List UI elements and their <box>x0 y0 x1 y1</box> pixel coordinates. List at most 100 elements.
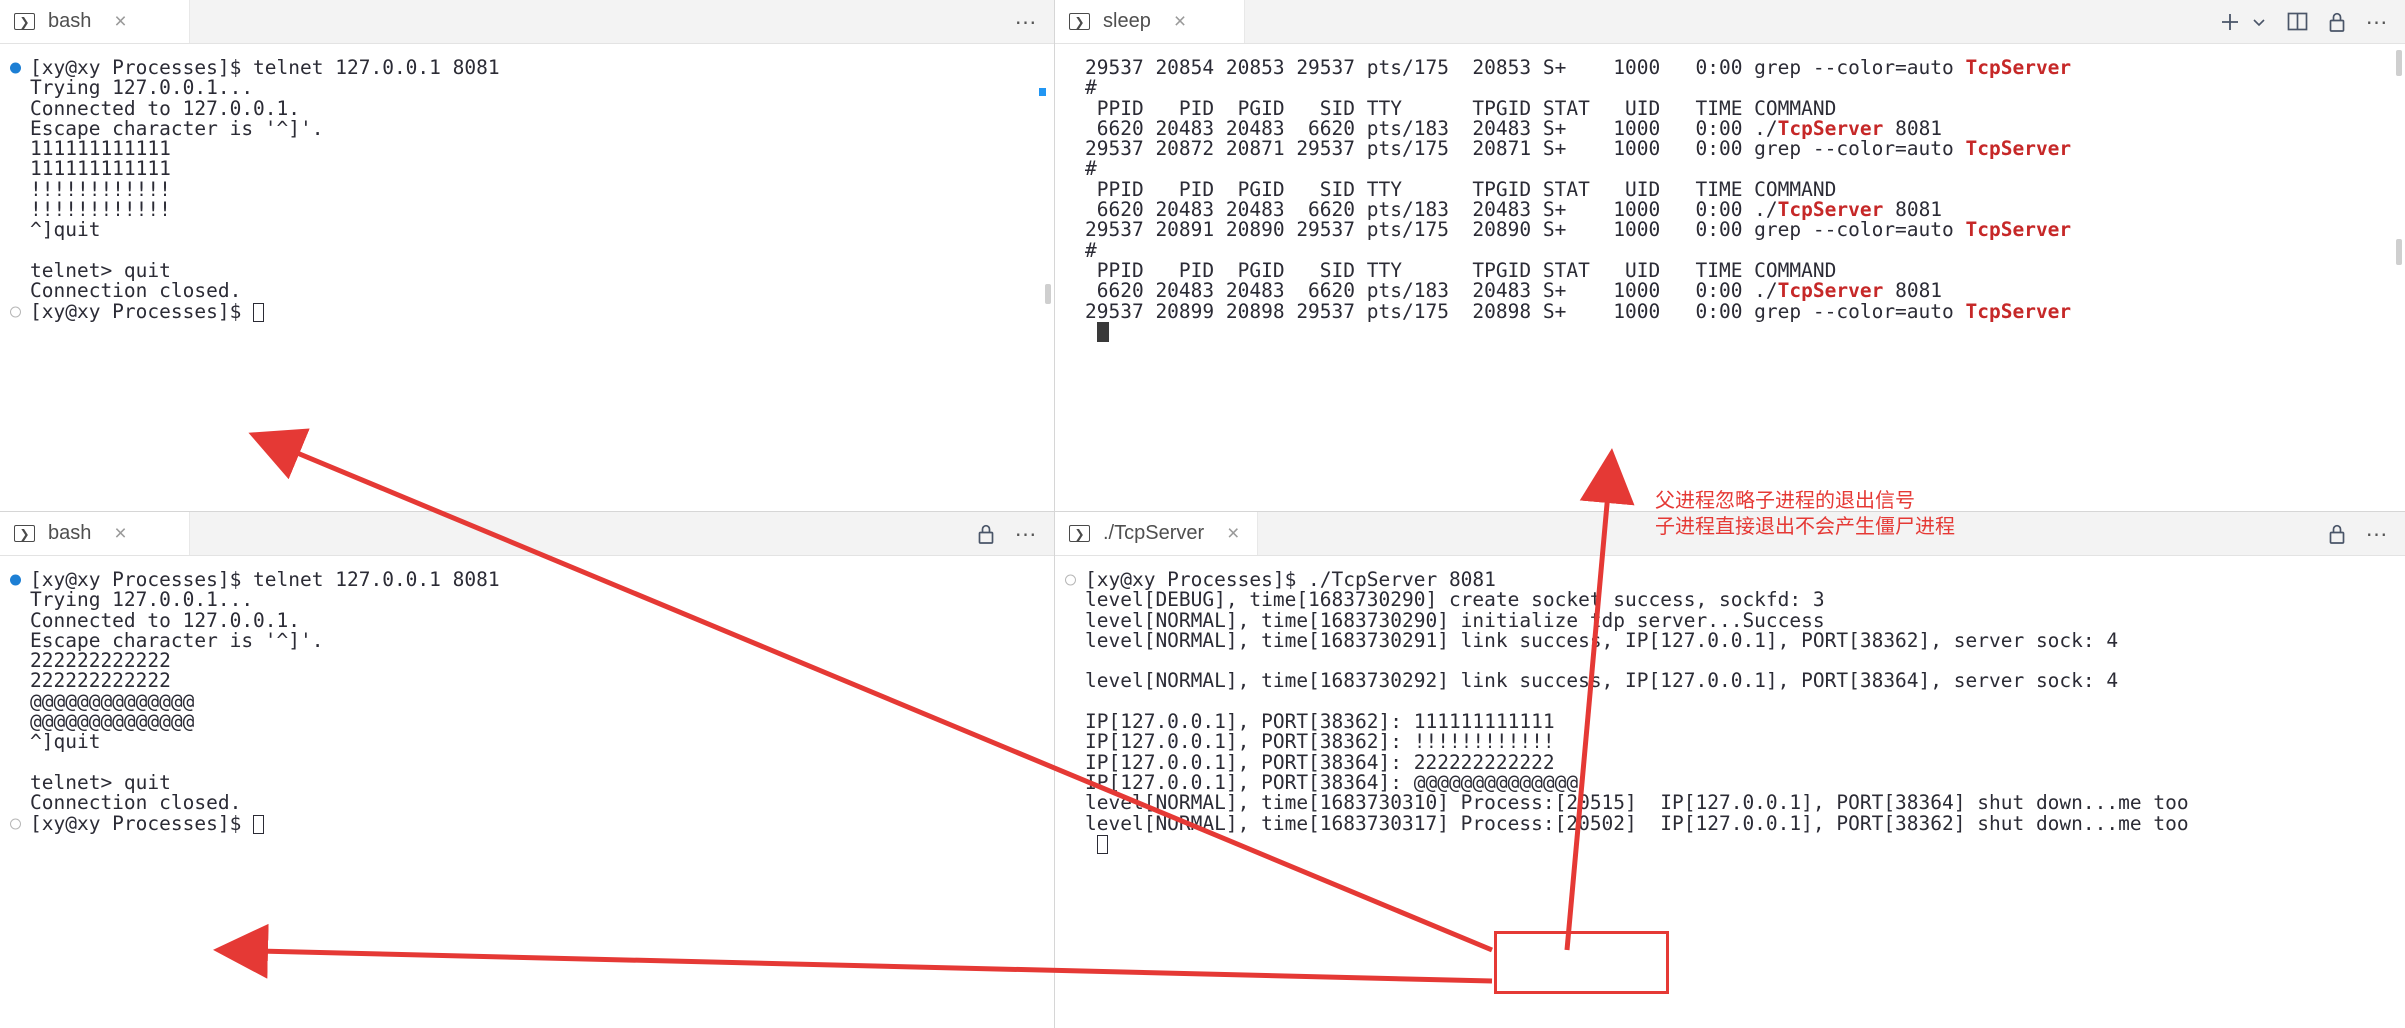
more-icon[interactable]: … <box>1014 524 1038 542</box>
scrollbar-thumb-secondary[interactable] <box>2396 239 2402 265</box>
terminal-line: !!!!!!!!!!!! <box>8 200 1054 220</box>
chevron-down-icon[interactable] <box>2250 13 2268 31</box>
new-terminal-icon[interactable] <box>2218 10 2242 34</box>
terminal-lines: 29537 20854 20853 29537 pts/175 20853 S+… <box>1055 58 2405 342</box>
close-icon[interactable]: × <box>114 523 126 544</box>
terminal-line: 6620 20483 20483 6620 pts/183 20483 S+ 1… <box>1063 200 2405 220</box>
prompt-marker-icon <box>1065 575 1076 586</box>
tab-tcpserver[interactable]: ❯ ./TcpServer × <box>1055 512 1258 555</box>
terminal-line: IP[127.0.0.1], PORT[38364]: 222222222222 <box>1063 753 2405 773</box>
terminal-line: Connection closed. <box>8 281 1054 301</box>
terminal-line <box>8 241 1054 261</box>
close-icon[interactable]: × <box>1174 11 1186 32</box>
terminal-line: @@@@@@@@@@@@@@ <box>8 692 1054 712</box>
terminal-line: PPID PID PGID SID TTY TPGID STAT UID TIM… <box>1063 180 2405 200</box>
terminal-icon: ❯ <box>14 525 35 542</box>
terminal-line: IP[127.0.0.1], PORT[38364]: @@@@@@@@@@@@… <box>1063 773 2405 793</box>
terminal-line <box>1063 692 2405 712</box>
prompt-marker-icon <box>10 575 21 586</box>
more-icon[interactable]: … <box>2365 12 2389 30</box>
more-icon[interactable]: … <box>1014 12 1038 30</box>
tab-bash-1[interactable]: ❯ bash × <box>0 0 190 43</box>
terminal-line: Trying 127.0.0.1... <box>8 78 1054 98</box>
pane-top-left: ❯ bash × … [xy@xy Processes]$ telnet 127… <box>0 0 1054 512</box>
terminal-line: Escape character is '^]'. <box>8 631 1054 651</box>
terminal-line: level[DEBUG], time[1683730290] create so… <box>1063 590 2405 610</box>
terminal-line: 6620 20483 20483 6620 pts/183 20483 S+ 1… <box>1063 119 2405 139</box>
terminal-line: [xy@xy Processes]$ telnet 127.0.0.1 8081 <box>8 58 1054 78</box>
prompt-marker-icon <box>10 818 21 829</box>
pane-top-right: ❯ sleep × <box>1055 0 2405 512</box>
tabbar-spacer <box>1245 0 2218 43</box>
terminal-line: telnet> quit <box>8 773 1054 793</box>
terminal-cursor <box>1097 835 1108 854</box>
terminal-line: # <box>1063 241 2405 261</box>
terminal-line: level[NORMAL], time[1683730317] Process:… <box>1063 814 2405 834</box>
terminal-workspace: ❯ bash × … [xy@xy Processes]$ telnet 127… <box>0 0 2405 1028</box>
terminal-line: [xy@xy Processes]$ <box>8 814 1054 834</box>
tab-label: bash <box>48 522 91 545</box>
tab-bash-2[interactable]: ❯ bash × <box>0 512 190 555</box>
highlighted-match: TcpServer <box>1966 137 2072 160</box>
tab-sleep[interactable]: ❯ sleep × <box>1055 0 1245 43</box>
highlighted-match: TcpServer <box>1966 218 2072 241</box>
tabbar-actions-bottom-right: … <box>2327 512 2405 555</box>
terminal-output-top-left[interactable]: [xy@xy Processes]$ telnet 127.0.0.1 8081… <box>0 44 1054 511</box>
terminal-line: Escape character is '^]'. <box>8 119 1054 139</box>
terminal-line: 222222222222 <box>8 651 1054 671</box>
tab-label: ./TcpServer <box>1103 522 1204 545</box>
lock-icon[interactable] <box>2327 11 2347 33</box>
left-column: ❯ bash × … [xy@xy Processes]$ telnet 127… <box>0 0 1055 1028</box>
terminal-line: 29537 20854 20853 29537 pts/175 20853 S+… <box>1063 58 2405 78</box>
tabbar-spacer <box>190 512 976 555</box>
terminal-line: 111111111111 <box>8 159 1054 179</box>
terminal-output-bottom-right[interactable]: [xy@xy Processes]$ ./TcpServer 8081level… <box>1055 556 2405 1028</box>
more-icon[interactable]: … <box>2365 524 2389 542</box>
terminal-cursor <box>253 815 264 834</box>
terminal-line <box>1063 651 2405 671</box>
terminal-line: 222222222222 <box>8 671 1054 691</box>
terminal-line: @@@@@@@@@@@@@@ <box>8 712 1054 732</box>
terminal-line: # <box>1063 159 2405 179</box>
tabbar-actions-bottom-left: … <box>976 512 1054 555</box>
tabbar-actions-top-right: … <box>2218 0 2405 43</box>
terminal-line: Connected to 127.0.0.1. <box>8 611 1054 631</box>
terminal-line: level[NORMAL], time[1683730292] link suc… <box>1063 671 2405 691</box>
tabbar-top-right: ❯ sleep × <box>1055 0 2405 44</box>
terminal-lines: [xy@xy Processes]$ telnet 127.0.0.1 8081… <box>0 570 1054 834</box>
pane-bottom-right: ❯ ./TcpServer × … [xy@xy Processes <box>1055 512 2405 1028</box>
prompt-marker-icon <box>10 306 21 317</box>
terminal-line: !!!!!!!!!!!! <box>8 180 1054 200</box>
terminal-line: [xy@xy Processes]$ telnet 127.0.0.1 8081 <box>8 570 1054 590</box>
scroll-marker <box>1039 88 1046 96</box>
tab-label: bash <box>48 10 91 33</box>
highlighted-match: TcpServer <box>1966 300 2072 323</box>
scrollbar-thumb[interactable] <box>2396 50 2402 76</box>
terminal-output-top-right[interactable]: 29537 20854 20853 29537 pts/175 20853 S+… <box>1055 44 2405 511</box>
terminal-icon: ❯ <box>14 13 35 30</box>
tab-label: sleep <box>1103 10 1151 33</box>
lock-icon[interactable] <box>2327 523 2347 545</box>
terminal-line <box>8 753 1054 773</box>
terminal-line: level[NORMAL], time[1683730290] initiali… <box>1063 611 2405 631</box>
lock-icon[interactable] <box>976 523 996 545</box>
terminal-line: level[NORMAL], time[1683730291] link suc… <box>1063 631 2405 651</box>
tabbar-bottom-right: ❯ ./TcpServer × … <box>1055 512 2405 556</box>
terminal-output-bottom-left[interactable]: [xy@xy Processes]$ telnet 127.0.0.1 8081… <box>0 556 1054 1028</box>
terminal-lines: [xy@xy Processes]$ ./TcpServer 8081level… <box>1055 570 2405 854</box>
terminal-line: ^]quit <box>8 732 1054 752</box>
terminal-line: PPID PID PGID SID TTY TPGID STAT UID TIM… <box>1063 99 2405 119</box>
terminal-line: PPID PID PGID SID TTY TPGID STAT UID TIM… <box>1063 261 2405 281</box>
terminal-lines: [xy@xy Processes]$ telnet 127.0.0.1 8081… <box>0 58 1054 322</box>
split-editor-icon[interactable] <box>2286 11 2309 32</box>
terminal-line: 29537 20891 20890 29537 pts/175 20890 S+… <box>1063 220 2405 240</box>
terminal-cursor <box>253 303 264 322</box>
close-icon[interactable]: × <box>114 11 126 32</box>
terminal-line: Connection closed. <box>8 793 1054 813</box>
scrollbar-thumb[interactable] <box>1045 284 1051 304</box>
prompt-marker-icon <box>10 63 21 74</box>
terminal-line: ^]quit <box>8 220 1054 240</box>
terminal-line: Connected to 127.0.0.1. <box>8 99 1054 119</box>
close-icon[interactable]: × <box>1227 523 1239 544</box>
tabbar-top-left: ❯ bash × … <box>0 0 1054 44</box>
